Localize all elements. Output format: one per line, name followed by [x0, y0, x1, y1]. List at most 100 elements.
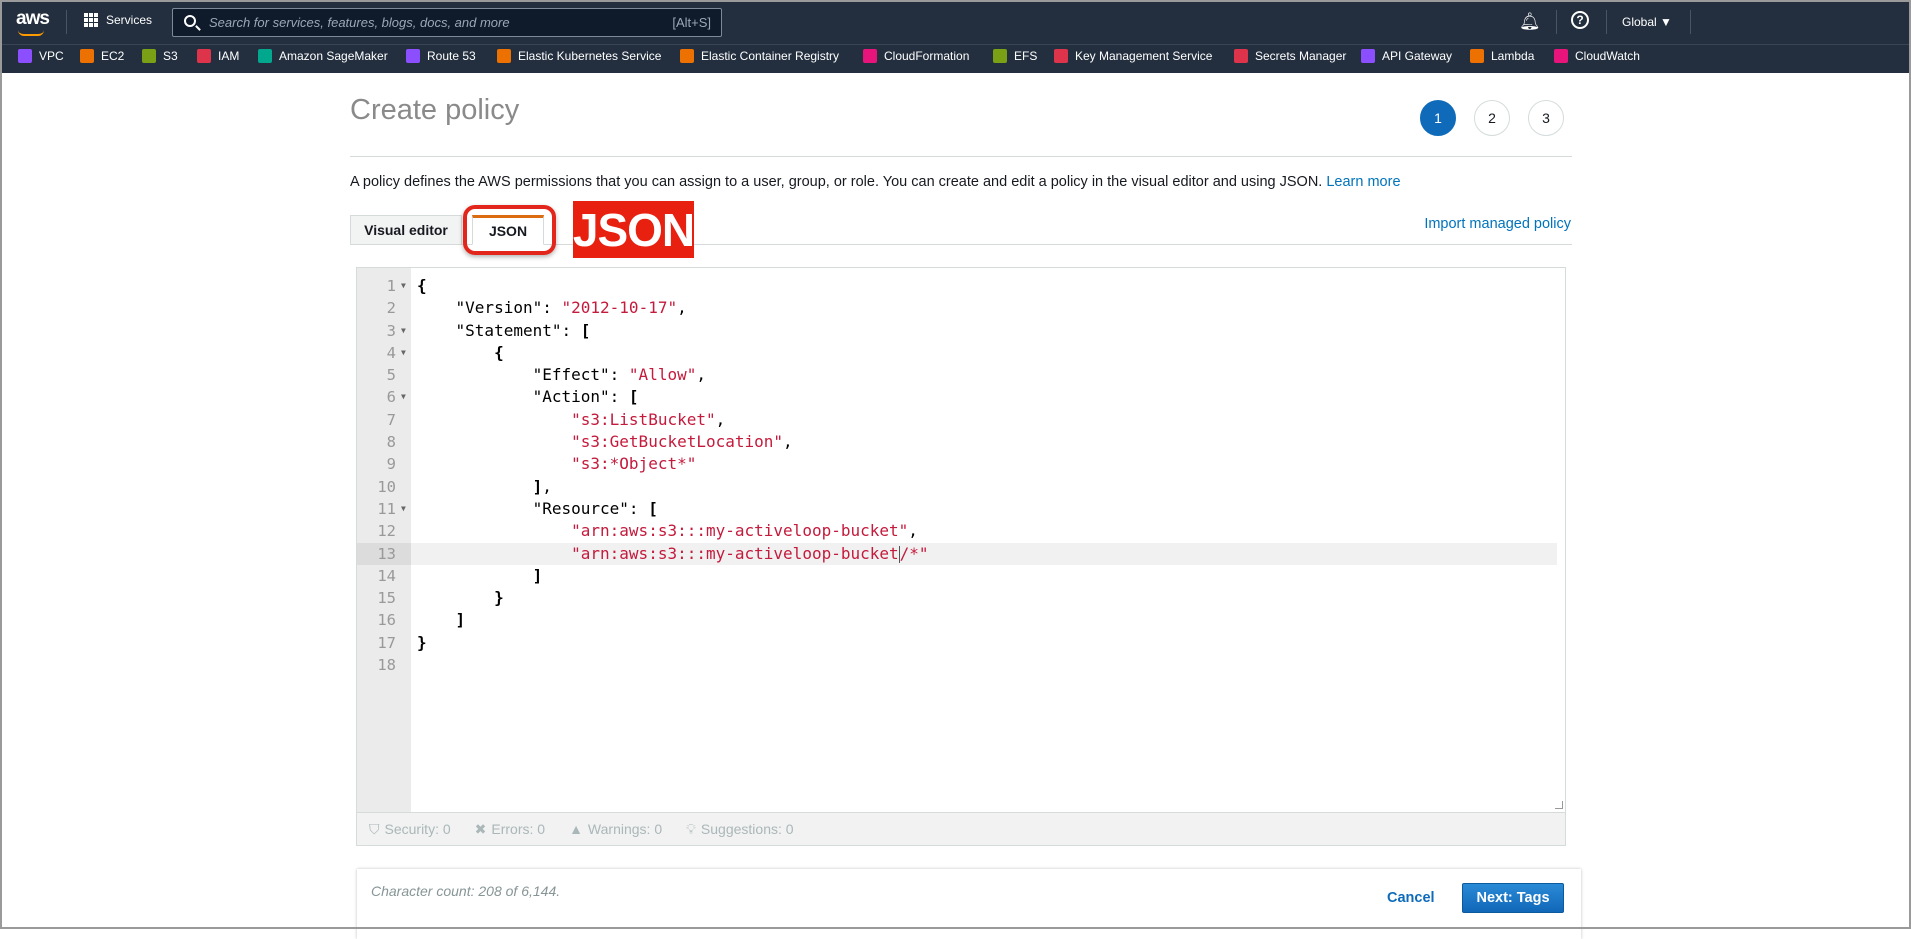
code-line[interactable]: 11 ▼ "Resource": [ [357, 498, 1565, 520]
code-text: { [417, 275, 427, 297]
code-line[interactable]: 18 [357, 654, 1565, 676]
resize-handle[interactable] [1555, 801, 1563, 809]
favorite-iam[interactable]: IAM [197, 49, 239, 63]
code-token: "arn:aws:s3:::my-activeloop-bucket [417, 543, 899, 563]
code-line[interactable]: 3 ▼ "Statement": [ [357, 320, 1565, 342]
search-placeholder: Search for services, features, blogs, do… [209, 15, 510, 30]
favorite-label: VPC [39, 49, 64, 63]
code-line[interactable]: 8 "s3:GetBucketLocation", [357, 431, 1565, 453]
favorite-api-gateway[interactable]: API Gateway [1361, 49, 1452, 63]
code-text: { [417, 342, 504, 364]
fold-arrow-icon[interactable]: ▼ [401, 320, 406, 342]
line-number: 17 [377, 633, 396, 652]
fold-arrow-icon[interactable]: ▼ [401, 498, 406, 520]
json-editor[interactable]: 1 ▼{2 "Version": "2012-10-17", 3 ▼ "Stateme… [356, 267, 1566, 846]
step-1: 1 [1420, 100, 1456, 136]
code-text: "Effect": "Allow", [417, 364, 706, 386]
favorite-amazon-sagemaker[interactable]: Amazon SageMaker [258, 49, 388, 63]
import-managed-policy-link[interactable]: Import managed policy [1424, 216, 1571, 232]
line-number: 14 [377, 566, 396, 585]
help-icon[interactable]: ? [1571, 11, 1589, 29]
learn-more-link[interactable]: Learn more [1326, 174, 1400, 190]
favorite-efs[interactable]: EFS [993, 49, 1037, 63]
code-line[interactable]: 10 ], [357, 476, 1565, 498]
shield-icon: ⛉ [369, 820, 380, 837]
favorite-vpc[interactable]: VPC [18, 49, 64, 63]
favorite-label: Elastic Container Registry [701, 49, 840, 63]
step-2: 2 [1474, 100, 1510, 136]
cloudformation-icon [863, 49, 877, 63]
code-line[interactable]: 13 "arn:aws:s3:::my-activeloop-bucket/*" [357, 542, 1557, 565]
favorite-label: API Gateway [1382, 49, 1453, 63]
divider [1690, 10, 1691, 34]
code-line[interactable]: 12 "arn:aws:s3:::my-activeloop-bucket", [357, 520, 1565, 542]
code-line[interactable]: 16 ] [357, 609, 1565, 631]
favorite-route-53[interactable]: Route 53 [406, 49, 476, 63]
favorite-ec2[interactable]: EC2 [80, 49, 124, 63]
code-text: "arn:aws:s3:::my-activeloop-bucket/*" [417, 543, 929, 565]
character-count: Character count: 208 of 6,144. [371, 883, 561, 899]
elastic-container-registry-icon [680, 49, 694, 63]
fold-arrow-icon[interactable]: ▼ [401, 342, 406, 364]
code-token: "s3:*Object*" [417, 454, 697, 474]
code-line[interactable]: 15 } [357, 587, 1565, 609]
code-token: ] [417, 610, 466, 630]
next-tags-button[interactable]: Next: Tags [1462, 883, 1564, 913]
code-line[interactable]: 17} [357, 632, 1565, 654]
warnings-count: Warnings: 0 [587, 821, 663, 837]
search-shortcut: [Alt+S] [672, 15, 711, 30]
code-token: /*" [899, 543, 929, 563]
favorite-label: CloudFormation [884, 49, 970, 63]
aws-logo-smile [18, 30, 44, 36]
favorite-elastic-container-registry[interactable]: Elastic Container Registry [680, 49, 839, 63]
secrets-manager-icon [1234, 49, 1248, 63]
amazon-sagemaker-icon [258, 49, 272, 63]
code-area[interactable]: 1 ▼{2 "Version": "2012-10-17", 3 ▼ "Stateme… [357, 275, 1565, 676]
favorite-label: Secrets Manager [1255, 49, 1347, 63]
code-line[interactable]: 2 "Version": "2012-10-17", [357, 297, 1565, 319]
code-token: } [417, 588, 504, 608]
search-input[interactable]: Search for services, features, blogs, do… [172, 8, 722, 37]
code-token: ] [417, 476, 543, 496]
code-line[interactable]: 4 ▼ { [357, 342, 1565, 364]
favorite-s3[interactable]: S3 [142, 49, 178, 63]
code-token: "Resource": [417, 498, 649, 518]
code-token: "Statement": [417, 320, 581, 340]
favorite-label: CloudWatch [1575, 49, 1640, 63]
fold-arrow-icon[interactable]: ▼ [401, 275, 406, 297]
cancel-button[interactable]: Cancel [1387, 890, 1435, 906]
line-number: 9 [386, 455, 396, 474]
favorite-cloudwatch[interactable]: CloudWatch [1554, 49, 1640, 63]
code-line[interactable]: 1 ▼{ [357, 275, 1565, 297]
top-navigation: aws Services Search for services, featur… [0, 0, 1911, 44]
favorite-lambda[interactable]: Lambda [1470, 49, 1534, 63]
line-number: 12 [377, 522, 396, 541]
services-menu-button[interactable]: Services [84, 13, 152, 27]
code-line[interactable]: 5 "Effect": "Allow", [357, 364, 1565, 386]
favorite-cloudformation[interactable]: CloudFormation [863, 49, 969, 63]
fold-arrow-icon[interactable]: ▼ [401, 386, 406, 408]
code-line[interactable]: 7 "s3:ListBucket", [357, 409, 1565, 431]
code-token: , [696, 365, 706, 385]
efs-icon [993, 49, 1007, 63]
code-line[interactable]: 6 ▼ "Action": [ [357, 386, 1565, 408]
favorite-label: S3 [163, 49, 178, 63]
code-line[interactable]: 9 "s3:*Object*" [357, 453, 1565, 475]
aws-logo[interactable]: aws [16, 8, 50, 30]
warnings-status: ▲ Warnings: 0 [569, 821, 662, 837]
code-line[interactable]: 14 ] [357, 565, 1565, 587]
code-text: } [417, 632, 427, 654]
code-token: { [417, 276, 427, 295]
favorite-elastic-kubernetes-service[interactable]: Elastic Kubernetes Service [497, 49, 661, 63]
s3-icon [142, 49, 156, 63]
lightbulb-icon: 💡︎ [686, 820, 696, 837]
error-icon: ✖ [474, 820, 487, 837]
favorite-key-management-service[interactable]: Key Management Service [1054, 49, 1212, 63]
code-token: "Version": [417, 298, 562, 318]
bell-icon[interactable]: 🔔︎ [1519, 12, 1541, 32]
code-token: , [908, 521, 918, 541]
region-selector[interactable]: Global ▼ [1622, 15, 1672, 29]
favorite-secrets-manager[interactable]: Secrets Manager [1234, 49, 1346, 63]
code-token: "s3:ListBucket" [417, 409, 716, 429]
tab-visual-editor[interactable]: Visual editor [350, 215, 462, 245]
